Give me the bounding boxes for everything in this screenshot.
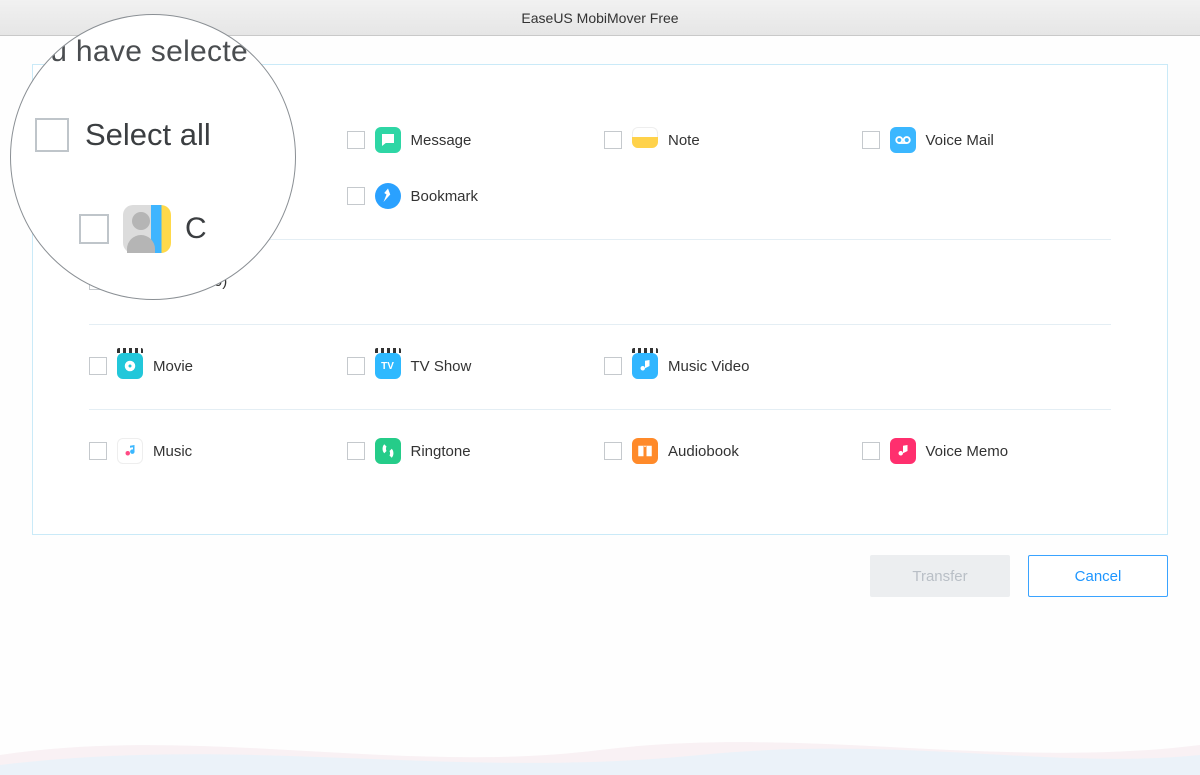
magnifier-contact-row[interactable]: C [35, 205, 277, 253]
cancel-button-label: Cancel [1075, 568, 1122, 585]
movie-icon [117, 353, 143, 379]
voice-memo-icon [890, 438, 916, 464]
checkbox-ringtone[interactable] [347, 442, 365, 460]
checkbox-voice-mail[interactable] [862, 131, 880, 149]
note-icon [632, 127, 658, 153]
magnifier-contact-initial: C [185, 212, 207, 246]
label-voice-memo: Voice Memo [926, 443, 1009, 460]
label-note: Note [668, 132, 700, 149]
checkbox-movie[interactable] [89, 357, 107, 375]
checkbox-music[interactable] [89, 442, 107, 460]
magnifier-select-all-checkbox[interactable] [35, 118, 69, 152]
audiobook-icon [632, 438, 658, 464]
item-ringtone[interactable]: Ringtone [347, 438, 597, 464]
magnifier-select-all-row[interactable]: Select all [35, 117, 277, 153]
message-icon [375, 127, 401, 153]
window-title: EaseUS MobiMover Free [521, 10, 678, 26]
music-icon [117, 438, 143, 464]
divider [89, 409, 1111, 410]
section-audio: Music Ringtone Audiobook [89, 438, 1111, 494]
magnifier-select-all-label: Select all [85, 117, 211, 153]
action-row: Transfer Cancel [32, 555, 1168, 597]
magnifier-contact-checkbox[interactable] [79, 214, 109, 244]
item-music-video[interactable]: Music Video [604, 353, 854, 379]
music-video-icon [632, 353, 658, 379]
cancel-button[interactable]: Cancel [1028, 555, 1168, 597]
item-audiobook[interactable]: Audiobook [604, 438, 854, 464]
item-voice-memo[interactable]: Voice Memo [862, 438, 1112, 464]
item-movie[interactable]: Movie [89, 353, 339, 379]
checkbox-audiobook[interactable] [604, 442, 622, 460]
item-music[interactable]: Music [89, 438, 339, 464]
checkbox-music-video[interactable] [604, 357, 622, 375]
voice-mail-icon [890, 127, 916, 153]
magnifier-callout: ɔu have selecte Select all C [10, 14, 296, 300]
label-movie: Movie [153, 358, 193, 375]
item-voice-mail[interactable]: Voice Mail [862, 127, 1112, 153]
item-bookmark[interactable]: Bookmark [347, 183, 597, 209]
transfer-button-label: Transfer [912, 568, 967, 585]
item-message[interactable]: Message [347, 127, 597, 153]
label-music-video: Music Video [668, 358, 749, 375]
ringtone-icon [375, 438, 401, 464]
checkbox-message[interactable] [347, 131, 365, 149]
label-bookmark: Bookmark [411, 188, 479, 205]
label-tv-show: TV Show [411, 358, 472, 375]
checkbox-bookmark[interactable] [347, 187, 365, 205]
item-tv-show[interactable]: TV TV Show [347, 353, 597, 379]
label-ringtone: Ringtone [411, 443, 471, 460]
tv-show-icon: TV [375, 353, 401, 379]
item-note[interactable]: Note [604, 127, 854, 153]
magnifier-contact-icon [123, 205, 171, 253]
label-audiobook: Audiobook [668, 443, 739, 460]
workspace: Select all Message [0, 36, 1200, 775]
section-videos: Movie TV TV Show Music Vi [89, 353, 1111, 409]
label-message: Message [411, 132, 472, 149]
label-music: Music [153, 443, 192, 460]
bookmark-icon [375, 183, 401, 209]
magnifier-header-text: ɔu have selecte [35, 35, 277, 69]
checkbox-tv-show[interactable] [347, 357, 365, 375]
label-voice-mail: Voice Mail [926, 132, 994, 149]
checkbox-note[interactable] [604, 131, 622, 149]
divider [89, 324, 1111, 325]
transfer-button[interactable]: Transfer [870, 555, 1010, 597]
checkbox-voice-memo[interactable] [862, 442, 880, 460]
wave-decoration [0, 715, 1200, 775]
